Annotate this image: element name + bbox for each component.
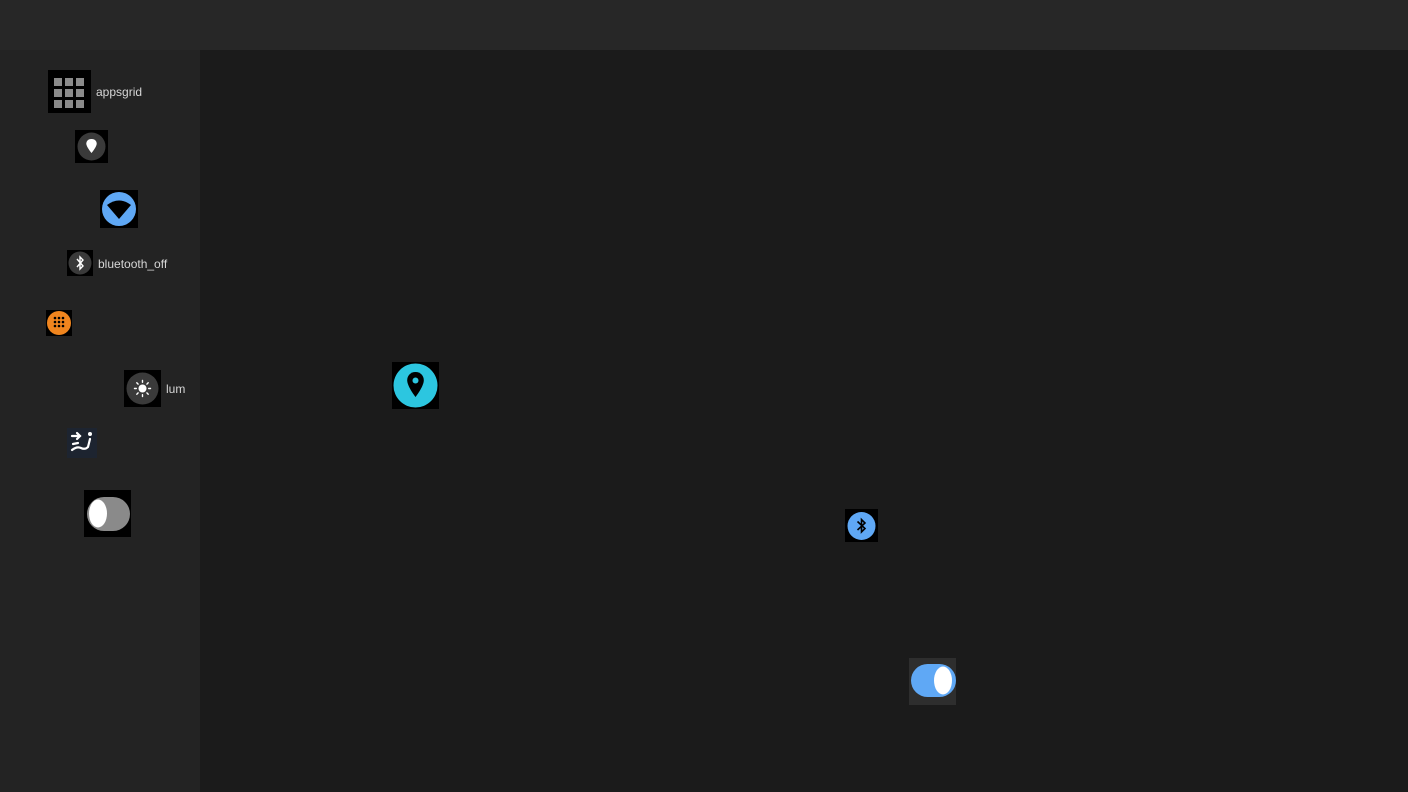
bluetooth-on-icon[interactable] (845, 509, 878, 542)
toggle-off-icon[interactable] (84, 490, 131, 537)
sidebar-item-label: appsgrid (96, 85, 143, 99)
sidebar-item-label: lum (166, 382, 186, 396)
wifi-icon[interactable] (100, 190, 138, 228)
apps-grid-icon[interactable] (48, 70, 91, 113)
main-canvas (200, 50, 1408, 792)
sidebar-item-label: bluetooth_off (98, 257, 168, 271)
top-bar (0, 0, 1408, 50)
toggle-on-icon[interactable] (909, 658, 956, 705)
bluetooth-off-icon[interactable] (67, 250, 93, 276)
location-pin-icon[interactable] (75, 130, 108, 163)
sidebar: appsgrid bluetooth_off lum (0, 50, 200, 792)
brightness-icon[interactable] (124, 370, 161, 407)
seat-recline-icon[interactable] (67, 428, 97, 458)
dialpad-icon[interactable] (46, 310, 72, 336)
location-pin-icon[interactable] (392, 362, 439, 409)
